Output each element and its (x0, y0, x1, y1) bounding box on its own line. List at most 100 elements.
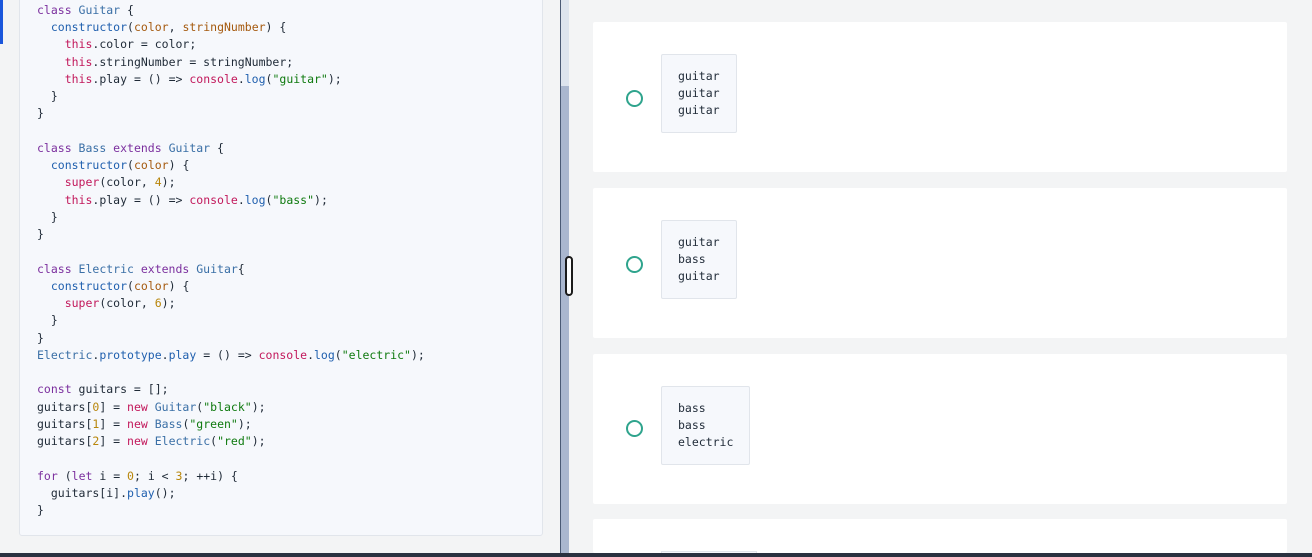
code-token: this (64, 193, 93, 207)
code-token: guitars[ (37, 400, 93, 414)
answer-line: guitar (678, 269, 720, 283)
code-token: ] = (99, 417, 128, 431)
code-pane: class Guitar { constructor(color, string… (0, 0, 560, 553)
code-token: "bass" (272, 193, 315, 207)
answer-line: guitar (678, 103, 720, 117)
code-token: ); (410, 348, 425, 362)
code-token: console (189, 72, 238, 86)
code-token: .color = color; (92, 37, 197, 51)
code-token: ( (127, 279, 134, 293)
code-token: play (127, 486, 155, 500)
code-line: Electric.prototype.play = () => console.… (37, 347, 425, 364)
code-line: class Electric extends Guitar{ (37, 261, 245, 278)
answer-line: electric (678, 435, 734, 449)
code-token: (color, (99, 175, 155, 189)
code-token: } (37, 106, 44, 120)
code-line: this.color = color; (37, 36, 197, 53)
code-token: ); (314, 193, 328, 207)
code-line: this.play = () => console.log("guitar"); (37, 71, 342, 88)
code-line: super(color, 4); (37, 174, 176, 191)
code-token: Electric (37, 348, 93, 362)
code-token: stringNumber (182, 20, 266, 34)
code-line: const guitars = []; (37, 381, 169, 398)
code-token: console (258, 348, 308, 362)
code-token: this (64, 72, 93, 86)
pane-resize-handle[interactable] (565, 256, 573, 296)
code-token: Electric (78, 262, 141, 276)
code-token: color (133, 158, 169, 172)
code-token: ); (251, 400, 266, 414)
code-line: constructor(color) { (37, 278, 190, 295)
answer-option-3[interactable]: bass bass electric (593, 354, 1287, 504)
code-token: , (168, 20, 183, 34)
code-line: guitars[1] = new Bass("green"); (37, 416, 252, 433)
answer-option-4[interactable] (593, 519, 1287, 553)
answer-option-1[interactable]: guitar guitar guitar (593, 22, 1287, 172)
code-token: const (37, 382, 79, 396)
code-line: this.play = () => console.log("bass"); (37, 192, 328, 209)
code-line: } (37, 88, 58, 105)
code-token: } (37, 89, 58, 103)
code-token: super (64, 175, 100, 189)
code-token: . (161, 348, 169, 362)
code-token: "electric" (341, 348, 411, 362)
code-token: i = (99, 469, 128, 483)
code-block: class Guitar { constructor(color, string… (19, 0, 543, 536)
radio-button-option-1[interactable] (626, 90, 643, 107)
code-token: ; ++i) { (182, 469, 238, 483)
code-token: { (120, 3, 134, 17)
answer-line: guitar (678, 235, 720, 249)
answer-line: bass (678, 418, 706, 432)
code-token: .play = () => (92, 72, 190, 86)
code-token: "red" (217, 434, 252, 448)
code-token: constructor (50, 158, 128, 172)
code-line: } (37, 502, 44, 519)
code-token: ( (64, 469, 72, 483)
answer-code-box: bass bass electric (661, 386, 751, 465)
scrollbar-thumb[interactable] (561, 86, 569, 553)
code-token: guitars = []; (78, 382, 169, 396)
code-token: new (127, 400, 155, 414)
code-token: ) { (168, 279, 190, 293)
radio-button-option-2[interactable] (626, 256, 643, 273)
code-token: constructor (50, 279, 128, 293)
code-token: Guitar (154, 400, 197, 414)
code-line: } (37, 330, 44, 347)
code-token: "green" (189, 417, 238, 431)
code-token: "guitar" (272, 72, 328, 86)
code-token: this (64, 55, 93, 69)
code-token: new (127, 417, 155, 431)
code-token: . (237, 72, 245, 86)
code-line: for (let i = 0; i < 3; ++i) { (37, 468, 238, 485)
code-token: ); (161, 175, 176, 189)
code-token: extends (113, 141, 169, 155)
code-token: constructor (50, 20, 128, 34)
code-token: 4 (154, 175, 162, 189)
answer-code-box: guitar guitar guitar (661, 54, 737, 133)
code-token: (color, (99, 296, 155, 310)
code-token: let (71, 469, 100, 483)
answers-pane: guitar guitar guitar guitar bass guitar … (574, 0, 1312, 553)
code-token: class (37, 141, 79, 155)
code-token: ); (237, 417, 252, 431)
code-line: constructor(color) { (37, 157, 190, 174)
code-token: Bass (78, 141, 114, 155)
code-token: } (37, 503, 44, 517)
code-token: . (307, 348, 314, 362)
code-token: ( (127, 20, 134, 34)
code-token: (); (154, 486, 176, 500)
code-token: 6 (154, 296, 162, 310)
code-token: ) { (265, 20, 287, 34)
answer-option-2[interactable]: guitar bass guitar (593, 188, 1287, 338)
code-token: .play = () => (92, 193, 190, 207)
code-line: constructor(color, stringNumber) { (37, 19, 286, 36)
radio-button-option-3[interactable] (626, 420, 643, 437)
code-token: } (37, 210, 58, 224)
